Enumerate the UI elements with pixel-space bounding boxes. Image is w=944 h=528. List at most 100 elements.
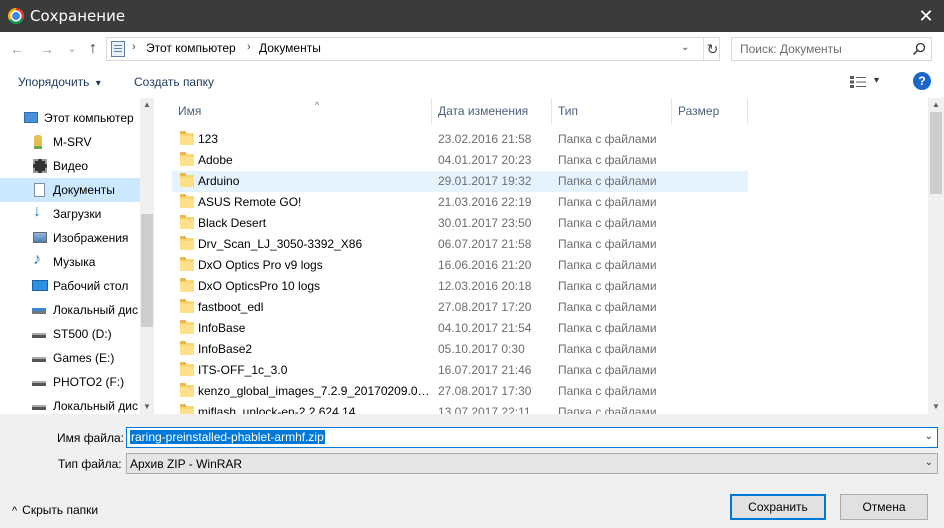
file-row[interactable]: miflash_unlock-en-2.2.624.14 13.07.2017 2… xyxy=(172,402,748,414)
folder-icon xyxy=(180,215,194,229)
file-date: 29.01.2017 19:32 xyxy=(438,174,532,188)
nav-item-downloads[interactable]: ↓ Загрузки xyxy=(0,202,140,226)
file-type: Папка с файлами xyxy=(558,405,657,414)
file-row[interactable]: ASUS Remote GO! 21.03.2016 22:19 Папка с ф… xyxy=(172,192,748,213)
drive-icon xyxy=(32,333,46,338)
file-name: Adobe xyxy=(198,153,233,167)
file-date: 16.07.2017 21:46 xyxy=(438,363,532,377)
nav-item-documents[interactable]: Документы xyxy=(0,178,140,202)
file-name: Drv_Scan_LJ_3050-3392_X86 xyxy=(198,237,363,251)
chevron-down-icon: ⌄ xyxy=(924,457,933,468)
file-row[interactable]: DxO OpticsPro 10 logs 12.03.2016 20:18 Пап… xyxy=(172,276,748,297)
nav-item-m-srv[interactable]: M-SRV xyxy=(0,130,140,154)
folder-icon xyxy=(180,194,194,208)
file-date: 04.10.2017 21:54 xyxy=(438,321,532,335)
chevron-down-icon[interactable]: ⌄ xyxy=(925,431,933,442)
file-row[interactable]: 123 23.02.2016 21:58 Папка с файлами xyxy=(172,129,748,150)
view-details-icon[interactable] xyxy=(850,76,866,88)
folder-icon xyxy=(180,152,194,166)
nav-item-video[interactable]: Видео xyxy=(0,154,140,178)
scroll-up-icon[interactable]: ▲ xyxy=(140,98,154,112)
file-row[interactable]: Adobe 04.01.2017 20:23 Папка с файлами xyxy=(172,150,748,171)
nav-item-photo2-f[interactable]: PHOTO2 (F:) xyxy=(0,370,140,394)
drive-icon xyxy=(32,357,46,362)
file-list-scrollbar[interactable]: ▲ ▼ xyxy=(928,98,944,414)
file-row[interactable]: kenzo_global_images_7.2.9_20170209.000..… xyxy=(172,381,748,402)
file-type: Папка с файлами xyxy=(558,342,657,356)
file-name: InfoBase2 xyxy=(198,342,253,356)
search-input[interactable]: Поиск: Документы xyxy=(731,37,932,61)
computer-icon xyxy=(24,112,38,123)
folder-icon xyxy=(180,383,194,397)
file-date: 13.07.2017 22:11 xyxy=(438,405,531,414)
file-list: Имя ^ Дата изменения Тип Размер 123 23.02… xyxy=(154,98,944,414)
scrollbar-thumb[interactable] xyxy=(930,112,942,194)
nav-item-st500-d[interactable]: ST500 (D:) xyxy=(0,322,140,346)
nav-item-desktop[interactable]: Рабочий стол xyxy=(0,274,140,298)
drive-icon xyxy=(32,381,46,386)
nav-item-local-disk-c[interactable]: Локальный дис xyxy=(0,298,140,322)
nav-label: Локальный дис xyxy=(53,399,138,413)
breadcrumb-this-pc[interactable]: Этот компьютер xyxy=(146,41,236,55)
filename-label: Имя файла: xyxy=(57,431,124,445)
navigation-scrollbar[interactable]: ▲ ▼ xyxy=(140,98,154,414)
file-row[interactable]: Drv_Scan_LJ_3050-3392_X86 06.07.2017 21:5… xyxy=(172,234,748,255)
file-row[interactable]: ITS-OFF_1c_3.0 16.07.2017 21:46 Папка с фа… xyxy=(172,360,748,381)
back-button[interactable]: ← xyxy=(8,40,26,58)
folder-icon xyxy=(180,404,194,414)
filename-field[interactable]: raring-preinstalled-phablet-armhf.zip ⌄ xyxy=(126,427,938,448)
scroll-down-icon[interactable]: ▼ xyxy=(928,400,944,414)
file-name: fastboot_edl xyxy=(198,300,264,314)
folder-icon xyxy=(180,278,194,292)
cancel-button[interactable]: Отмена xyxy=(840,494,928,520)
file-row[interactable]: Black Desert 30.01.2017 23:50 Папка с файл… xyxy=(172,213,748,234)
file-date: 04.01.2017 20:23 xyxy=(438,153,532,167)
nav-item-games-e[interactable]: Games (E:) xyxy=(0,346,140,370)
column-header-name[interactable]: Имя ^ xyxy=(172,98,432,124)
column-header-date[interactable]: Дата изменения xyxy=(432,98,552,124)
forward-button[interactable]: → xyxy=(38,40,56,58)
nav-label: Изображения xyxy=(53,231,129,245)
scroll-down-icon[interactable]: ▼ xyxy=(140,400,154,414)
nav-label: Документы xyxy=(53,183,115,197)
file-row[interactable]: DxO Optics Pro v9 logs 16.06.2016 21:20 Па… xyxy=(172,255,748,276)
close-button[interactable]: ✕ xyxy=(914,5,938,27)
hide-folders-button[interactable]: ^ Скрыть папки xyxy=(12,503,98,517)
nav-label: Видео xyxy=(53,159,89,173)
folder-icon xyxy=(180,173,194,187)
organize-button[interactable]: Упорядочить ▾ xyxy=(18,75,101,89)
file-row[interactable]: Arduino 29.01.2017 19:32 Папка с файлами xyxy=(172,171,748,192)
column-header-size[interactable]: Размер xyxy=(672,98,748,124)
file-row[interactable]: InfoBase 04.10.2017 21:54 Папка с файлами xyxy=(172,318,748,339)
scrollbar-thumb[interactable] xyxy=(141,214,153,327)
drive-icon xyxy=(32,405,46,410)
address-dropdown-icon[interactable]: ⌄ xyxy=(681,42,689,53)
recent-locations-button[interactable]: ⌄ xyxy=(63,40,81,58)
help-button[interactable]: ? xyxy=(913,72,931,90)
nav-item-this-pc[interactable]: Этот компьютер xyxy=(0,106,140,130)
address-bar[interactable]: › Этот компьютер › Документы ⌄ ↻ xyxy=(106,37,720,61)
nav-item-local-disk[interactable]: Локальный дис xyxy=(0,394,140,414)
file-date: 05.10.2017 0:30 xyxy=(438,342,525,356)
file-row[interactable]: fastboot_edl 27.08.2017 17:20 Папка с файл… xyxy=(172,297,748,318)
nav-item-music[interactable]: ♪ Музыка xyxy=(0,250,140,274)
hide-folders-label: Скрыть папки xyxy=(22,503,99,517)
filetype-select[interactable]: Архив ZIP - WinRAR ⌄ xyxy=(126,453,938,474)
file-row[interactable]: InfoBase2 05.10.2017 0:30 Папка с файлами xyxy=(172,339,748,360)
video-icon xyxy=(33,159,47,173)
breadcrumb-documents[interactable]: Документы xyxy=(259,41,321,55)
file-date: 27.08.2017 17:30 xyxy=(438,384,532,398)
scroll-up-icon[interactable]: ▲ xyxy=(928,98,944,112)
view-options-chevron-icon[interactable]: ▾ xyxy=(874,75,879,86)
save-button[interactable]: Сохранить xyxy=(730,494,826,520)
filetype-label: Тип файла: xyxy=(58,457,122,471)
nav-label: Этот компьютер xyxy=(44,111,134,125)
filename-value: raring-preinstalled-phablet-armhf.zip xyxy=(130,430,325,444)
file-name: Black Desert xyxy=(198,216,267,230)
nav-item-pictures[interactable]: Изображения xyxy=(0,226,140,250)
new-folder-button[interactable]: Создать папку xyxy=(134,75,214,89)
file-name: InfoBase xyxy=(198,321,246,335)
up-button[interactable]: ↑ xyxy=(84,40,102,58)
column-header-type[interactable]: Тип xyxy=(552,98,672,124)
refresh-button[interactable]: ↻ xyxy=(703,38,721,60)
